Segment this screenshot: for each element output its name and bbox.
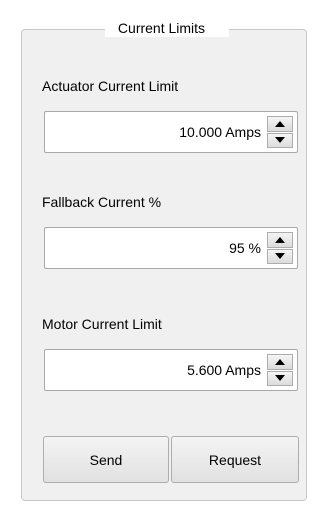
triangle-down-icon — [275, 253, 285, 260]
fallback-current-increment-button[interactable] — [267, 232, 293, 248]
fallback-current-label: Fallback Current % — [42, 194, 162, 210]
actuator-current-limit-spinbox[interactable]: 10.000 Amps — [44, 111, 298, 153]
actuator-current-limit-stepper — [267, 116, 293, 148]
triangle-down-icon — [275, 375, 285, 382]
groupbox-title-text: Current Limits — [114, 20, 209, 36]
triangle-down-icon — [275, 137, 285, 144]
actuator-current-limit-label: Actuator Current Limit — [42, 78, 179, 94]
motor-current-limit-increment-button[interactable] — [267, 354, 293, 370]
current-limits-panel: Current Limits Actuator Current Limit 10… — [0, 0, 323, 517]
request-button[interactable]: Request — [171, 436, 299, 483]
groupbox-title: Current Limits — [0, 19, 323, 37]
motor-current-limit-value[interactable]: 5.600 Amps — [51, 350, 261, 390]
actuator-current-limit-increment-button[interactable] — [267, 116, 293, 132]
fallback-current-decrement-button[interactable] — [267, 248, 293, 264]
triangle-up-icon — [275, 358, 285, 365]
motor-current-limit-stepper — [267, 354, 293, 386]
fallback-current-stepper — [267, 232, 293, 264]
fallback-current-spinbox[interactable]: 95 % — [44, 227, 298, 269]
motor-current-limit-decrement-button[interactable] — [267, 370, 293, 386]
send-button[interactable]: Send — [43, 436, 169, 483]
fallback-current-value[interactable]: 95 % — [51, 228, 261, 268]
triangle-up-icon — [275, 236, 285, 243]
motor-current-limit-spinbox[interactable]: 5.600 Amps — [44, 349, 298, 391]
motor-current-limit-label: Motor Current Limit — [42, 316, 162, 332]
actuator-current-limit-value[interactable]: 10.000 Amps — [51, 112, 261, 152]
triangle-up-icon — [275, 120, 285, 127]
actuator-current-limit-decrement-button[interactable] — [267, 132, 293, 148]
